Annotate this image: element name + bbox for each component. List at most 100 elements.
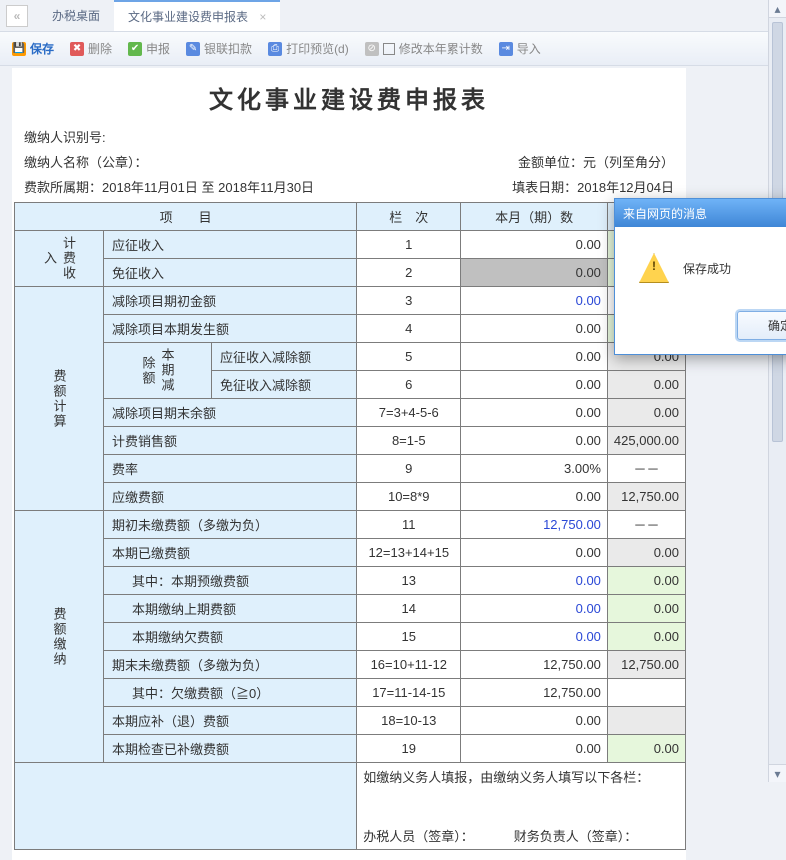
dialog-title-text: 来自网页的消息 <box>623 205 707 222</box>
table-row: 其中：欠缴费额（≧0）17=11-14-1512,750.00 <box>15 679 686 707</box>
row-item: 减除项目期末余额 <box>104 399 357 427</box>
delete-label: 删除 <box>88 40 112 57</box>
table-row: 其中：本期预缴费额130.000.00 <box>15 567 686 595</box>
block-icon: ⊘ <box>365 42 379 56</box>
tab-bar: « 办税桌面 文化事业建设费申报表 × <box>0 0 786 32</box>
dialog-message: 保存成功 <box>683 260 731 277</box>
section-sub-period: 本期减除额 <box>104 343 212 399</box>
declare-label: 申报 <box>146 40 170 57</box>
table-row: 本期应补（退）费额18=10-130.00 <box>15 707 686 735</box>
save-button[interactable]: 💾 保存 <box>12 40 54 57</box>
row-item: 本期已缴费额 <box>104 539 357 567</box>
table-row: 本期已缴费额12=13+14+150.000.00 <box>15 539 686 567</box>
row-item: 其中：本期预缴费额 <box>104 567 357 595</box>
row-item: 本期应补（退）费额 <box>104 707 357 735</box>
close-icon[interactable]: × <box>259 10 266 24</box>
toolbar: 💾 保存 ✖ 删除 ✔ 申报 ✎ 银联扣款 ⎙ 打印预览(d) ⊘ 修改本年累计数 ⇥ 导入 <box>0 32 786 66</box>
trash-icon: ✖ <box>70 42 84 56</box>
row-item: 免征收入减除额 <box>212 371 357 399</box>
table-row: 本期减除额应征收入减除额50.000.00 <box>15 343 686 371</box>
row-item: 本期缴纳上期费额 <box>104 595 357 623</box>
period-to: 2018年11月30日 <box>218 177 314 196</box>
col-item: 项 目 <box>15 203 357 231</box>
report-page: 文化事业建设费申报表 缴纳人识别号: 缴纳人名称（公章）： 金额单位：元（列至角… <box>12 68 686 860</box>
tab-label: 文化事业建设费申报表 <box>128 10 248 24</box>
table-row: 本期缴纳上期费额140.000.00 <box>15 595 686 623</box>
period-to-word: 至 <box>202 177 215 196</box>
page-title: 文化事业建设费申报表 <box>12 74 686 125</box>
section-pay: 费额缴纳 <box>15 511 104 763</box>
table-row: 应缴费额10=8*90.0012,750.00 <box>15 483 686 511</box>
scroll-down-icon[interactable]: ▾ <box>769 764 786 782</box>
col-month: 本月（期）数 <box>461 203 608 231</box>
footer-left <box>15 763 357 850</box>
table-row: 本期检查已补缴费额190.000.00 <box>15 735 686 763</box>
fill-date: 2018年12月04日 <box>577 180 674 195</box>
row-item: 应缴费额 <box>104 483 357 511</box>
table-row: 费额缴纳期初未缴费额（多缴为负）1112,750.00－－ <box>15 511 686 539</box>
import-button[interactable]: ⇥ 导入 <box>499 40 541 57</box>
section-calc: 费额计算 <box>15 287 104 511</box>
fill-note: 如缴纳义务人填报，由缴纳义务人填写以下各栏： <box>363 767 679 786</box>
delete-button[interactable]: ✖ 删除 <box>70 40 112 57</box>
row-item: 本期缴纳欠费额 <box>104 623 357 651</box>
adjust-label: 修改本年累计数 <box>399 40 483 57</box>
table-row: 本期缴纳欠费额150.000.00 <box>15 623 686 651</box>
period-label: 费款所属期： <box>24 177 102 196</box>
declare-button[interactable]: ✔ 申报 <box>128 40 170 57</box>
fill-date-label: 填表日期： <box>512 180 577 195</box>
unionpay-button[interactable]: ✎ 银联扣款 <box>186 40 252 57</box>
amount-unit: 金额单位：元（列至角分） <box>518 152 674 171</box>
table-row: 费额计算减除项目期初金额30.00－－ <box>15 287 686 315</box>
ok-button[interactable]: 确定 <box>737 311 786 340</box>
col-seq: 栏 次 <box>357 203 461 231</box>
report-table: 项 目 栏 次 本月（期）数 本年累计 计费收入应征收入10.00425,000… <box>14 202 686 850</box>
table-row: 期末未缴费额（多缴为负）16=10+11-1212,750.0012,750.0… <box>15 651 686 679</box>
table-row: 减除项目期末余额7=3+4-5-60.000.00 <box>15 399 686 427</box>
import-icon: ⇥ <box>499 42 513 56</box>
finance-label: 财务负责人（签章）： <box>514 826 638 845</box>
check-icon: ✔ <box>128 42 142 56</box>
tab-desktop[interactable]: 办税桌面 <box>38 1 114 30</box>
adjust-checkbox[interactable] <box>383 43 395 55</box>
section-income: 计费收入 <box>15 231 104 287</box>
row-item: 期末未缴费额（多缴为负） <box>104 651 357 679</box>
dialog-titlebar[interactable]: 来自网页的消息 ✕ <box>615 199 786 227</box>
row-item: 计费销售额 <box>104 427 357 455</box>
back-button[interactable]: « <box>6 5 28 27</box>
table-row: 减除项目本期发生额40.000.00 <box>15 315 686 343</box>
taxpayer-name-label: 缴纳人名称（公章）： <box>24 152 148 171</box>
table-row: 免征收入20.000.00 <box>15 259 686 287</box>
handler-label: 办税人员（签章）： <box>363 826 474 845</box>
tab-label: 办税桌面 <box>52 9 100 23</box>
tab-report[interactable]: 文化事业建设费申报表 × <box>114 0 280 31</box>
warning-icon <box>639 253 669 283</box>
table-row: 费率93.00%－－ <box>15 455 686 483</box>
row-item: 免征收入 <box>104 259 357 287</box>
row-item: 应征收入减除额 <box>212 343 357 371</box>
taxpayer-id-label: 缴纳人识别号: <box>24 127 106 146</box>
row-item: 应征收入 <box>104 231 357 259</box>
row-item: 期初未缴费额（多缴为负） <box>104 511 357 539</box>
import-label: 导入 <box>517 40 541 57</box>
table-row: 计费销售额8=1-50.00425,000.00 <box>15 427 686 455</box>
scroll-up-icon[interactable]: ▴ <box>769 0 786 18</box>
period-from: 2018年11月01日 <box>102 177 198 196</box>
row-item: 费率 <box>104 455 357 483</box>
table-row: 计费收入应征收入10.00425,000.00 <box>15 231 686 259</box>
save-icon: 💾 <box>12 42 26 56</box>
row-item: 本期检查已补缴费额 <box>104 735 357 763</box>
row-item: 其中：欠缴费额（≧0） <box>104 679 357 707</box>
print-label: 打印预览(d) <box>286 40 349 57</box>
pin-icon: ✎ <box>186 42 200 56</box>
row-item: 减除项目本期发生额 <box>104 315 357 343</box>
footer-right: 如缴纳义务人填报，由缴纳义务人填写以下各栏： 办税人员（签章）： 财务负责人（签… <box>357 763 686 850</box>
row-item: 减除项目期初金额 <box>104 287 357 315</box>
print-icon: ⎙ <box>268 42 282 56</box>
vertical-scrollbar[interactable]: ▴ ▾ <box>768 0 786 782</box>
save-label: 保存 <box>30 40 54 57</box>
unionpay-label: 银联扣款 <box>204 40 252 57</box>
message-dialog: 来自网页的消息 ✕ 保存成功 确定 <box>614 198 786 355</box>
adjust-button[interactable]: ⊘ 修改本年累计数 <box>365 40 483 57</box>
print-button[interactable]: ⎙ 打印预览(d) <box>268 40 349 57</box>
